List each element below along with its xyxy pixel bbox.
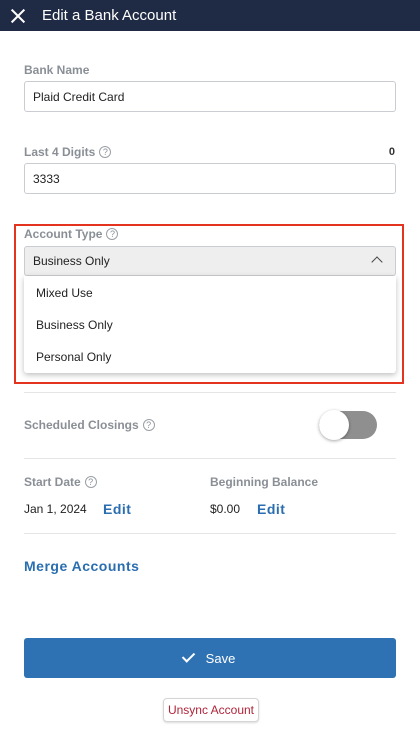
beginning-balance-value: $0.00	[210, 502, 241, 516]
scheduled-closings-toggle[interactable]	[319, 410, 377, 440]
bank-name-input[interactable]: Plaid Credit Card	[24, 81, 396, 112]
merge-accounts-link[interactable]: Merge Accounts	[24, 558, 139, 574]
divider	[24, 458, 396, 459]
beginning-balance-edit-link[interactable]: Edit	[257, 501, 285, 517]
divider	[24, 392, 396, 393]
save-button[interactable]: Save	[24, 638, 396, 678]
last4-label-row: Last 4 Digits?	[24, 145, 112, 159]
start-date-edit-link[interactable]: Edit	[103, 501, 131, 517]
unsync-account-button[interactable]: Unsync Account	[163, 698, 259, 722]
option-personal-only[interactable]: Personal Only	[36, 350, 111, 364]
page-title: Edit a Bank Account	[42, 7, 177, 24]
option-business-only[interactable]: Business Only	[36, 318, 113, 332]
last4-input[interactable]: 3333	[24, 163, 396, 194]
chevron-up-icon	[371, 256, 383, 268]
header-bar: Edit a Bank Account	[0, 0, 420, 31]
help-icon[interactable]: ?	[106, 228, 119, 240]
last4-label: Last 4 Digits	[24, 145, 96, 159]
account-type-label-row: Account Type?	[24, 227, 119, 241]
scheduled-closings-label: Scheduled Closings	[24, 418, 139, 432]
start-date-label: Start Date	[24, 475, 81, 489]
toggle-knob	[319, 410, 349, 440]
account-type-label: Account Type	[24, 227, 103, 241]
close-icon[interactable]	[11, 9, 25, 23]
account-type-select[interactable]: Business Only	[24, 246, 396, 276]
bank-name-label: Bank Name	[24, 63, 90, 77]
help-icon[interactable]: ?	[84, 476, 97, 488]
start-date-value: Jan 1, 2024	[24, 502, 87, 516]
option-mixed-use[interactable]: Mixed Use	[36, 286, 93, 300]
account-type-selected: Business Only	[33, 254, 110, 268]
save-label: Save	[205, 650, 236, 666]
last4-char-counter: 0	[388, 146, 395, 158]
help-icon[interactable]: ?	[142, 419, 155, 431]
check-icon	[181, 649, 195, 663]
start-date-label-row: Start Date?	[24, 475, 97, 489]
divider	[24, 533, 396, 534]
help-icon[interactable]: ?	[99, 146, 112, 158]
beginning-balance-label: Beginning Balance	[210, 475, 319, 489]
scheduled-closings-label-row: Scheduled Closings?	[24, 418, 155, 432]
account-type-dropdown: Mixed Use Business Only Personal Only	[24, 276, 396, 373]
